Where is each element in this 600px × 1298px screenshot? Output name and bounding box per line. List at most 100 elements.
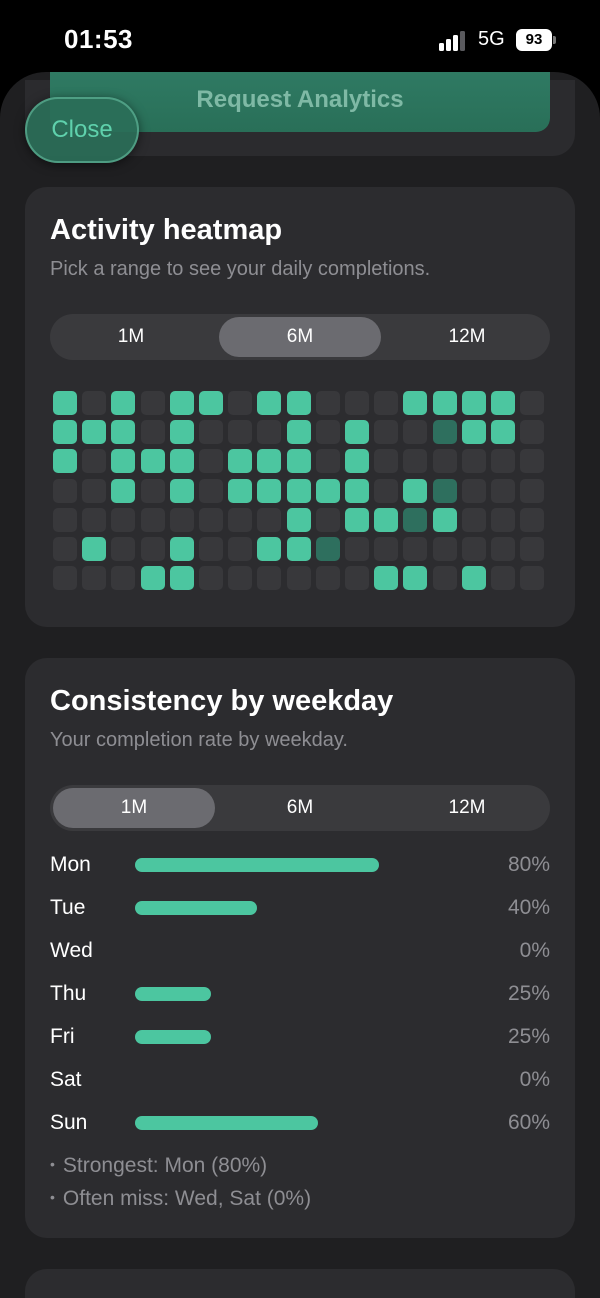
heatmap-cell [520, 449, 545, 474]
heatmap-cell [53, 391, 77, 415]
heatmap-cell [169, 537, 194, 561]
heatmap-cell [432, 420, 457, 445]
heatmap-cell [169, 478, 194, 503]
heatmap-cell [111, 537, 136, 561]
next-card [25, 1269, 575, 1298]
heatmap-cell [403, 449, 428, 474]
weekday-label: Wed [50, 939, 93, 962]
heatmap-cell [111, 420, 136, 445]
battery-icon: 93 [516, 29, 556, 51]
heatmap-cell [461, 420, 486, 445]
heatmap-cell [286, 478, 311, 503]
heatmap-cell [111, 507, 136, 532]
weekday-percent: 25% [507, 1025, 550, 1048]
weekday-row: Thu 25% [50, 979, 550, 1009]
heatmap-cell [140, 420, 165, 445]
heatmap-cell [169, 449, 194, 474]
activity-heatmap-card: Activity heatmap Pick a range to see you… [25, 187, 575, 627]
heatmap-cell [315, 420, 340, 445]
weekday-label: Sun [50, 1111, 88, 1134]
heatmap-subtitle: Pick a range to see your daily completio… [50, 258, 431, 280]
heatmap-cell [461, 537, 486, 561]
heatmap-cell [374, 507, 399, 532]
weekday-bar [135, 1030, 212, 1044]
heatmap-cell [82, 420, 107, 445]
heatmap-cell [199, 566, 223, 591]
heatmap-cell [199, 449, 223, 474]
weekday-range-12m[interactable]: 12M [386, 788, 548, 828]
weekday-row: Sun 60% [50, 1108, 550, 1138]
weekday-range-1m[interactable]: 1M [53, 788, 215, 828]
weekday-label: Fri [50, 1025, 75, 1048]
heatmap-cell [432, 449, 457, 474]
heatmap-cell [82, 449, 107, 474]
heatmap-cell [520, 478, 545, 503]
heatmap-cell [82, 391, 107, 415]
heatmap-cell [520, 507, 545, 532]
heatmap-cell [53, 566, 77, 591]
heatmap-cell [403, 566, 428, 591]
heatmap-cell [491, 537, 515, 561]
heatmap-cell [111, 391, 136, 415]
heatmap-cell [403, 537, 428, 561]
heatmap-cell [345, 537, 369, 561]
heatmap-range-6m[interactable]: 6M [219, 317, 381, 357]
heatmap-cell [315, 449, 340, 474]
heatmap-cell [315, 391, 340, 415]
weekday-percent: 80% [507, 853, 550, 876]
miss-note: • Often miss: Wed, Sat (0%) [50, 1187, 312, 1210]
heatmap-cell [432, 537, 457, 561]
heatmap-cell [432, 478, 457, 503]
heatmap-cell [169, 507, 194, 532]
weekday-row: Tue 40% [50, 893, 550, 923]
heatmap-cell [140, 391, 165, 415]
heatmap-cell [199, 478, 223, 503]
heatmap-cell [374, 391, 399, 415]
heatmap-cell [432, 566, 457, 591]
heatmap-cell [286, 566, 311, 591]
heatmap-cell [82, 507, 107, 532]
strongest-note: • Strongest: Mon (80%) [50, 1154, 268, 1177]
heatmap-cell [374, 566, 399, 591]
weekday-label: Mon [50, 853, 91, 876]
heatmap-cell [286, 391, 311, 415]
heatmap-cell [345, 566, 369, 591]
heatmap-cell [491, 391, 515, 415]
heatmap-cell [169, 420, 194, 445]
heatmap-cell [374, 478, 399, 503]
heatmap-cell [491, 478, 515, 503]
heatmap-cell [140, 478, 165, 503]
heatmap-title: Activity heatmap [50, 214, 283, 246]
heatmap-cell [257, 537, 282, 561]
weekday-range-6m[interactable]: 6M [219, 788, 381, 828]
heatmap-cell [461, 566, 486, 591]
heatmap-cell [345, 478, 369, 503]
heatmap-cell [491, 566, 515, 591]
heatmap-cell [461, 391, 486, 415]
heatmap-cell [315, 566, 340, 591]
heatmap-cell [520, 566, 545, 591]
heatmap-cell [257, 391, 282, 415]
heatmap-cell [374, 449, 399, 474]
weekday-row: Sat 0% [50, 1065, 550, 1095]
heatmap-cell [286, 507, 311, 532]
heatmap-cell [286, 449, 311, 474]
heatmap-cell [111, 566, 136, 591]
heatmap-cell [520, 537, 545, 561]
heatmap-range-12m[interactable]: 12M [386, 317, 548, 357]
heatmap-cell [140, 537, 165, 561]
weekday-percent: 0% [519, 1068, 550, 1091]
heatmap-cell [520, 391, 545, 415]
heatmap-cell [461, 478, 486, 503]
weekday-title: Consistency by weekday [50, 685, 394, 717]
heatmap-cell [403, 420, 428, 445]
close-button[interactable]: Close [25, 97, 139, 163]
heatmap-cell [520, 420, 545, 445]
heatmap-cell [315, 507, 340, 532]
heatmap-cell [82, 478, 107, 503]
heatmap-cell [53, 478, 77, 503]
heatmap-cell [315, 537, 340, 561]
heatmap-range-1m[interactable]: 1M [50, 317, 212, 357]
heatmap-cell [228, 478, 253, 503]
status-bar: 01:53 5G 93 [0, 0, 600, 72]
